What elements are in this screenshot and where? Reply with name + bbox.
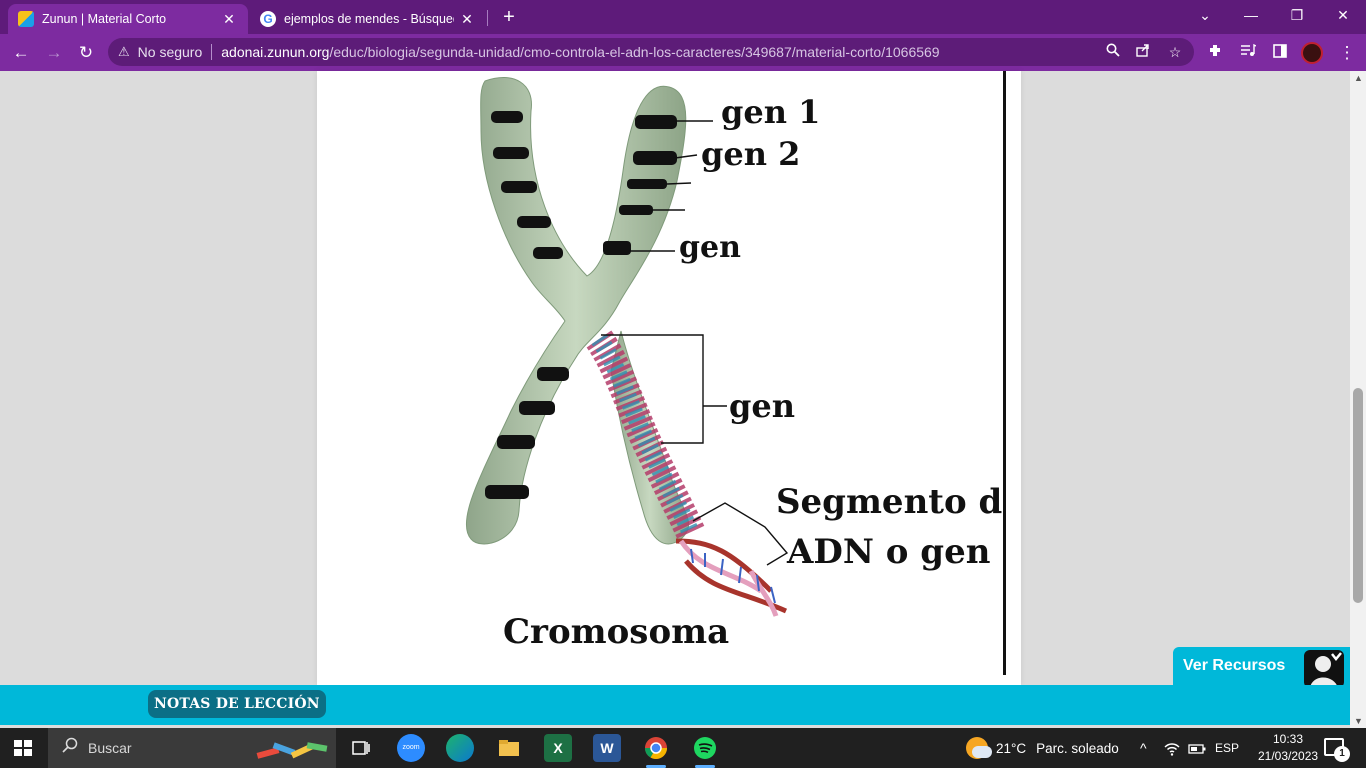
address-bar[interactable]: ⚠ No seguro adonai.zunun.org/educ/biolog… (108, 38, 1194, 66)
not-secure-icon[interactable]: ⚠ (118, 44, 130, 60)
tab-separator (487, 10, 488, 26)
edge-icon[interactable] (446, 734, 474, 762)
address-divider (211, 44, 213, 60)
extensions-icon[interactable] (1203, 40, 1229, 66)
windows-start-icon[interactable] (14, 740, 32, 756)
close-tab-icon[interactable]: ✕ (458, 11, 476, 28)
ver-recursos-label: Ver Recursos (1183, 657, 1286, 674)
clock-date: 21/03/2023 (1258, 749, 1319, 763)
tab-google-search[interactable]: G ejemplos de mendes - Búsqueda ✕ (250, 4, 486, 34)
label-segment-line2: ADN o gen (786, 532, 990, 572)
back-button[interactable]: ← (8, 40, 34, 66)
close-tab-icon[interactable]: ✕ (220, 11, 238, 28)
search-icon (62, 737, 78, 758)
lesson-bar: NOTAS DE LECCIÓN (0, 685, 1350, 725)
side-panel-icon[interactable] (1267, 40, 1293, 66)
notifications-icon[interactable]: 1 (1324, 738, 1350, 762)
tab-title: ejemplos de mendes - Búsqueda (284, 12, 454, 26)
language-indicator[interactable]: ESP (1215, 728, 1239, 768)
search-highlight-crayons-icon (256, 742, 328, 759)
label-segment-line1: Segmento de (776, 482, 1005, 522)
taskbar-search[interactable]: Buscar (48, 728, 336, 768)
forward-button[interactable]: → (41, 40, 67, 66)
scrollbar-thumb[interactable] (1353, 388, 1363, 603)
page-content: gen 1 gen 2 gen gen Segmento de ADN o ge… (0, 71, 1350, 685)
notas-de-leccion-button[interactable]: NOTAS DE LECCIÓN (148, 690, 326, 718)
scroll-down-arrow-icon[interactable]: ▼ (1354, 716, 1363, 726)
google-favicon: G (260, 11, 276, 27)
windows-taskbar: Buscar zoom X W 21°C Parc. soleado ^ ESP… (0, 728, 1366, 768)
tray-chevron-icon[interactable]: ^ (1140, 728, 1147, 768)
label-cromosoma: Cromosoma (503, 612, 729, 652)
file-explorer-icon[interactable] (495, 734, 523, 762)
url-path[interactable]: /educ/biologia/segunda-unidad/cmo-contro… (329, 44, 939, 60)
dna-coil (586, 330, 788, 617)
security-status[interactable]: No seguro (138, 44, 203, 60)
browser-toolbar: ← → ↻ ⚠ No seguro adonai.zunun.org/educ/… (0, 34, 1366, 71)
desktop: Zunun | Material Corto ✕ G ejemplos de m… (0, 0, 1366, 768)
spotify-icon[interactable] (691, 734, 719, 768)
tab-search-dropdown-icon[interactable]: ⌄ (1182, 0, 1228, 30)
label-gen-upper: gen (679, 230, 741, 265)
task-view-icon[interactable] (347, 734, 375, 762)
chromosome-figure: gen 1 gen 2 gen gen Segmento de ADN o ge… (331, 71, 1005, 675)
share-icon[interactable] (1132, 40, 1154, 64)
wifi-icon[interactable] (1164, 728, 1180, 768)
clock-time: 10:33 (1272, 732, 1304, 746)
bookmark-star-icon[interactable]: ☆ (1164, 40, 1186, 64)
partly-sunny-icon (966, 737, 992, 759)
profile-avatar[interactable] (1301, 42, 1323, 64)
tab-zunun[interactable]: Zunun | Material Corto ✕ (8, 4, 248, 34)
url-domain[interactable]: adonai.zunun.org (221, 44, 329, 60)
tab-strip: Zunun | Material Corto ✕ G ejemplos de m… (0, 0, 1366, 34)
weather-condition: Parc. soleado (1036, 740, 1119, 756)
zunun-favicon (18, 11, 34, 27)
tab-title: Zunun | Material Corto (42, 12, 167, 26)
menu-icon[interactable]: ⋮ (1334, 40, 1360, 66)
search-placeholder: Buscar (88, 740, 132, 756)
reload-button[interactable]: ↻ (73, 40, 99, 66)
close-window-button[interactable]: ✕ (1320, 0, 1366, 30)
ver-recursos-button[interactable]: Ver Recursos (1173, 647, 1350, 688)
label-gen-2: gen 2 (701, 135, 800, 173)
zoom-icon[interactable] (1102, 40, 1124, 64)
zoom-app-icon[interactable]: zoom (397, 734, 425, 762)
notification-count-badge: 1 (1334, 746, 1350, 762)
weather-temp: 21°C (996, 740, 1027, 756)
label-gen-lower: gen (729, 387, 795, 425)
page-scrollbar[interactable]: ▲ ▼ (1350, 71, 1366, 728)
system-clock[interactable]: 10:33 21/03/2023 (1258, 731, 1318, 765)
new-tab-button[interactable]: + (498, 6, 520, 28)
media-icon[interactable] (1235, 40, 1261, 66)
tutor-avatar-icon (1304, 650, 1344, 688)
battery-icon[interactable] (1188, 728, 1206, 768)
figure-border-line (1003, 71, 1006, 675)
excel-icon[interactable]: X (544, 734, 572, 762)
restore-button[interactable]: ❐ (1274, 0, 1320, 30)
weather-widget[interactable]: 21°C Parc. soleado (966, 728, 1119, 768)
material-panel: gen 1 gen 2 gen gen Segmento de ADN o ge… (317, 71, 1021, 685)
scroll-up-arrow-icon[interactable]: ▲ (1354, 73, 1363, 83)
chromosome-illustration: gen 1 gen 2 gen gen Segmento de ADN o ge… (465, 77, 1005, 652)
chrome-icon[interactable] (642, 734, 670, 768)
word-icon[interactable]: W (593, 734, 621, 762)
label-gen-1: gen 1 (721, 93, 820, 131)
minimize-button[interactable]: — (1228, 0, 1274, 30)
